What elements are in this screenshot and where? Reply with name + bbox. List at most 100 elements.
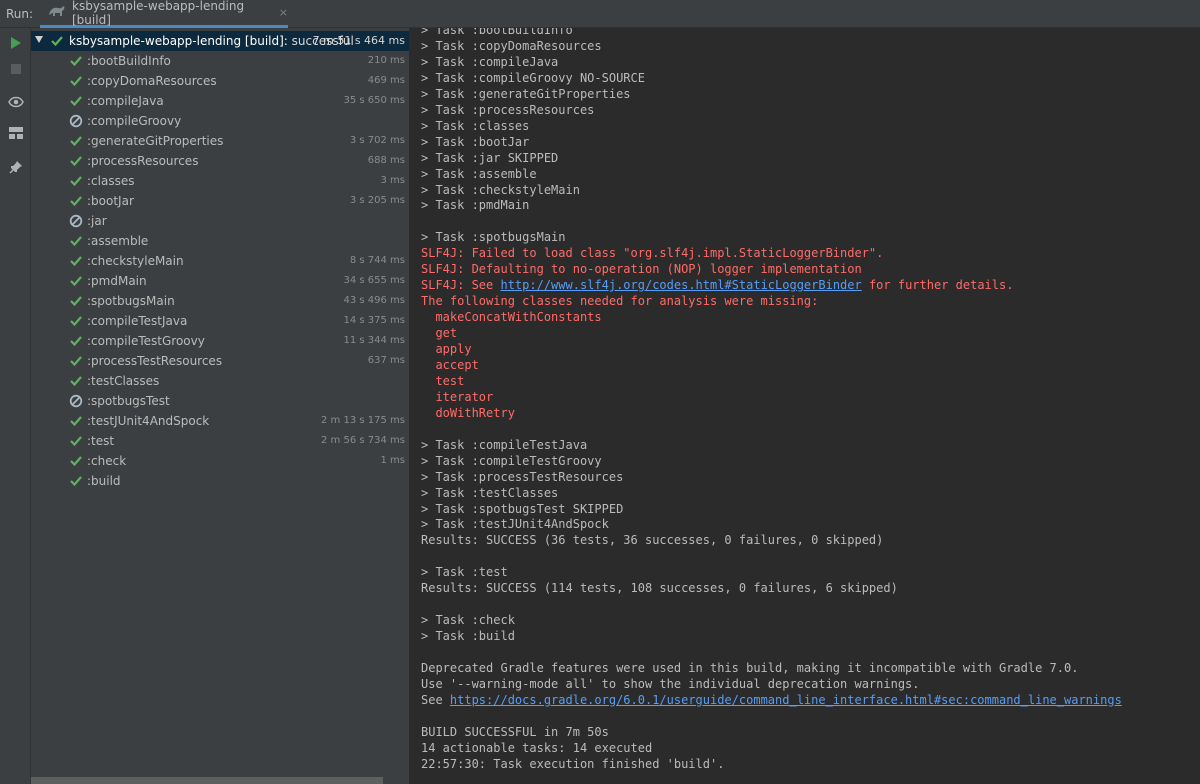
check-icon — [69, 134, 83, 148]
task-duration: 2 m 56 s 734 ms — [321, 435, 405, 446]
check-icon — [69, 354, 83, 368]
console-line: > Task :classes — [421, 118, 530, 133]
console-output[interactable]: > Task :bootBuildInfo > Task :copyDomaRes… — [410, 28, 1200, 784]
task-duration: 210 ms — [367, 55, 405, 66]
console-link[interactable]: http://www.slf4j.org/codes.html#StaticLo… — [500, 278, 861, 292]
console-line: SLF4J: Defaulting to no-operation (NOP) … — [421, 262, 862, 277]
task-duration: 3 s 702 ms — [349, 135, 405, 146]
task-name: :checkstyleMain — [87, 254, 184, 268]
task-name: :compileTestJava — [87, 314, 188, 328]
skipped-icon — [69, 214, 83, 228]
tree-task-row[interactable]: :build — [31, 471, 410, 491]
task-name: :compileTestGroovy — [87, 334, 205, 348]
rerun-icon[interactable] — [7, 34, 25, 52]
eye-icon[interactable] — [7, 93, 25, 111]
console-line-prefix: See — [421, 692, 450, 707]
console-line: SLF4J: See http://www.slf4j.org/codes.ht… — [421, 277, 1013, 293]
console-line: > Task :compileGroovy NO-SOURCE — [421, 70, 645, 85]
tab-build[interactable]: ksbysample-webapp-lending [build] × — [40, 0, 288, 28]
check-icon — [69, 74, 83, 88]
task-duration: 688 ms — [367, 155, 405, 166]
task-duration: 1 ms — [380, 455, 406, 466]
check-icon — [69, 54, 83, 68]
console-line-prefix: SLF4J: See — [421, 278, 501, 293]
task-duration: 469 ms — [367, 75, 405, 86]
tree-task-row[interactable]: :compileGroovy — [31, 111, 410, 131]
tree-task-row[interactable]: :copyDomaResources 469 ms — [31, 71, 410, 91]
tree-task-row[interactable]: :compileJava 35 s 650 ms — [31, 91, 410, 111]
task-duration: 8 s 744 ms — [349, 255, 405, 266]
run-label: Run: — [6, 7, 34, 21]
tree-task-row[interactable]: :testJUnit4AndSpock 2 m 13 s 175 ms — [31, 411, 410, 431]
tree-task-row[interactable]: :bootBuildInfo 210 ms — [31, 51, 410, 71]
tree-task-row[interactable]: :checkstyleMain 8 s 744 ms — [31, 251, 410, 271]
tree-task-row[interactable]: :bootJar 3 s 205 ms — [31, 191, 410, 211]
task-name: :testJUnit4AndSpock — [87, 414, 210, 428]
tree-task-row[interactable]: :jar — [31, 211, 410, 231]
console-line: > Task :processResources — [421, 102, 595, 117]
console-line: > Task :compileJava — [421, 54, 559, 69]
console-line: > Task :jar SKIPPED — [421, 150, 559, 165]
console-line: SLF4J: Failed to load class "org.slf4j.i… — [421, 246, 884, 261]
run-toolbar — [0, 28, 31, 784]
console-line: > Task :assemble — [421, 166, 537, 181]
task-name: :assemble — [87, 234, 149, 248]
tree-task-row[interactable]: :compileTestGroovy 11 s 344 ms — [31, 331, 410, 351]
task-name: :pmdMain — [87, 274, 147, 288]
task-name: :compileJava — [87, 94, 164, 108]
console-line: > Task :compileTestGroovy — [421, 453, 602, 468]
console-line: > Task :spotbugsTest SKIPPED — [421, 501, 624, 516]
console-line: > Task :compileTestJava — [421, 437, 588, 452]
tree-task-row[interactable]: :testClasses — [31, 371, 410, 391]
task-name: :generateGitProperties — [87, 134, 224, 148]
console-line: apply — [421, 342, 472, 356]
tree-task-row[interactable]: :processTestResources 637 ms — [31, 351, 410, 371]
console-line: iterator — [421, 389, 494, 404]
console-link[interactable]: https://docs.gradle.org/6.0.1/userguide/… — [450, 693, 1122, 707]
tree-task-row[interactable]: :generateGitProperties 3 s 702 ms — [31, 131, 410, 151]
console-line: 22:57:30: Task execution finished 'build… — [421, 756, 725, 771]
pin-icon[interactable] — [7, 158, 25, 176]
stop-icon[interactable] — [7, 60, 25, 78]
console-line: > Task :testJUnit4AndSpock — [421, 517, 609, 532]
task-duration: 14 s 375 ms — [343, 315, 405, 326]
console-line: > Task :check — [421, 613, 515, 628]
console-line: > Task :checkstyleMain — [421, 182, 580, 197]
tree-task-row[interactable]: :check 1 ms — [31, 451, 410, 471]
tree-task-row[interactable]: :spotbugsTest — [31, 391, 410, 411]
task-duration: 34 s 655 ms — [343, 275, 405, 286]
tree-task-row[interactable]: :processResources 688 ms — [31, 151, 410, 171]
layout-icon[interactable] — [7, 124, 25, 142]
tree-task-row[interactable]: :assemble — [31, 231, 410, 251]
horizontal-scrollbar[interactable] — [31, 777, 383, 784]
tree-task-row[interactable]: :test 2 m 56 s 734 ms — [31, 431, 410, 451]
tree-root-row[interactable]: ksbysample-webapp-lending [build]: succe… — [31, 31, 410, 51]
tree-task-row[interactable]: :pmdMain 34 s 655 ms — [31, 271, 410, 291]
check-icon — [69, 294, 83, 308]
task-name: :build — [87, 474, 121, 488]
check-icon — [69, 274, 83, 288]
console-line: Results: SUCCESS (114 tests, 108 success… — [421, 581, 898, 596]
check-icon — [69, 414, 83, 428]
check-icon — [69, 334, 83, 348]
tree-task-row[interactable]: :spotbugsMain 43 s 496 ms — [31, 291, 410, 311]
task-name: :processResources — [87, 154, 199, 168]
close-icon[interactable]: × — [279, 6, 288, 19]
console-line: Results: SUCCESS (36 tests, 36 successes… — [421, 533, 884, 548]
task-duration: 43 s 496 ms — [343, 295, 405, 306]
tree-task-row[interactable]: :classes 3 ms — [31, 171, 410, 191]
chevron-down-icon[interactable] — [35, 36, 43, 43]
skipped-icon — [69, 394, 83, 408]
tree-task-row[interactable]: :compileTestJava 14 s 375 ms — [31, 311, 410, 331]
console-line: > Task :testClasses — [421, 485, 559, 500]
check-icon — [69, 454, 83, 468]
console-line: Deprecated Gradle features were used in … — [421, 661, 1079, 675]
console-line: accept — [421, 357, 479, 372]
run-tool-window-header: Run: ksbysample-webapp-lending [build] × — [0, 0, 1200, 28]
console-line: > Task :test — [421, 565, 508, 580]
console-line: Use '--warning-mode all' to show the ind… — [421, 676, 920, 691]
check-icon — [69, 474, 83, 488]
console-line: BUILD SUCCESSFUL in 7m 50s — [421, 724, 609, 739]
task-name: :spotbugsMain — [87, 294, 175, 308]
check-icon — [69, 314, 83, 328]
